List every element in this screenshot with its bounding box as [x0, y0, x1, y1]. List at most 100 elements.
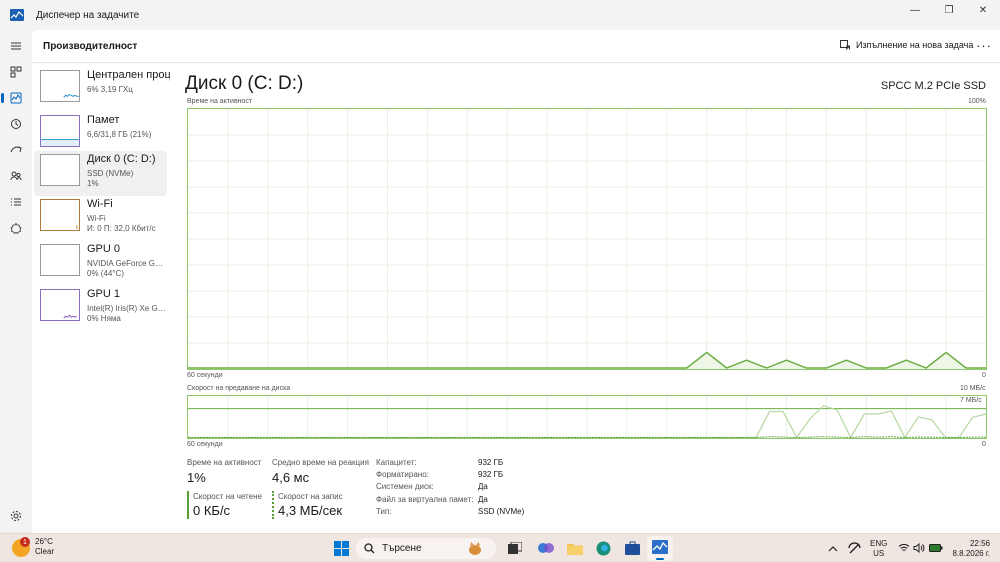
device-detail-2: 0% Няма	[87, 314, 121, 323]
nav-processes[interactable]	[6, 62, 26, 82]
edge-icon	[596, 541, 610, 555]
tray-app-icon	[847, 542, 861, 554]
device-disk-0[interactable]: Диск 0 (C: D:) SSD (NVMe) 1%	[34, 151, 167, 196]
store-button[interactable]	[624, 540, 640, 556]
nav-startup-apps[interactable]	[6, 140, 26, 160]
close-button[interactable]: ✕	[966, 0, 1000, 20]
device-name: GPU 1	[87, 288, 121, 300]
write-speed-bar	[272, 491, 274, 519]
page-file-value: Да	[478, 495, 488, 504]
device-name: Централен процесор	[87, 69, 170, 81]
nav-details[interactable]	[6, 192, 26, 212]
startup-icon	[10, 146, 22, 153]
transfer-rate-graph	[187, 395, 987, 439]
gpu0-thumbnail	[40, 244, 80, 276]
nav-app-history[interactable]	[6, 114, 26, 134]
cpu-thumbnail	[40, 70, 80, 102]
run-task-icon	[840, 40, 850, 50]
nav-performance[interactable]	[1, 88, 26, 108]
formatted-label: Форматирано:	[376, 470, 429, 479]
nav-services[interactable]	[6, 218, 26, 238]
device-detail: 6,6/31,8 ГБ (21%)	[87, 130, 152, 139]
nav-rail	[0, 30, 32, 533]
task-view-button[interactable]	[507, 540, 523, 556]
weather-condition: Clear	[35, 547, 55, 556]
chevron-up-icon	[828, 545, 838, 551]
battery-charging-icon	[929, 544, 943, 552]
device-gpu-0[interactable]: GPU 0 NVIDIA GeForce GTX... 0% (44°C)	[34, 241, 167, 286]
clock-date: 8.8.2026 г.	[952, 549, 990, 558]
speaker-icon	[913, 543, 925, 553]
history-icon	[11, 119, 21, 129]
details-list-icon	[11, 198, 21, 206]
battery-button[interactable]	[928, 540, 944, 556]
system-disk-value: Да	[478, 482, 488, 491]
active-time-value: 1%	[187, 470, 206, 485]
file-explorer-button[interactable]	[567, 540, 583, 556]
show-hidden-icons-button[interactable]	[825, 540, 841, 556]
capacity-label: Капацитет:	[376, 458, 417, 467]
graph2-min: 0	[982, 441, 986, 448]
widgets-app-button[interactable]	[538, 540, 554, 556]
volume-button[interactable]	[911, 540, 927, 556]
task-manager-icon	[10, 9, 24, 21]
wifi-icon	[898, 543, 910, 551]
notification-badge: 1	[20, 537, 30, 547]
search-icon	[364, 543, 375, 554]
device-wifi[interactable]: Wi-Fi Wi-Fi И: 0 П: 32,0 Кбит/с	[34, 196, 167, 241]
language-indicator[interactable]: ENG US	[870, 539, 887, 559]
active-time-label: Време на активност	[187, 458, 262, 467]
device-detail: 6% 3,19 ГХц	[87, 85, 133, 94]
taskbar: 1 26°C Clear Търсене ENG US 22:56 8.8.20…	[0, 533, 1000, 562]
disk-model: SPCC M.2 PCIe SSD	[880, 80, 986, 92]
device-detail: Intel(R) Iris(R) Xe Gra...	[87, 304, 167, 313]
clock[interactable]: 22:56 8.8.2026 г.	[952, 539, 990, 559]
edge-browser-button[interactable]	[595, 540, 611, 556]
task-manager-taskbar-button[interactable]	[647, 536, 673, 561]
more-options-button[interactable]: ···	[976, 38, 992, 53]
tray-app-button[interactable]	[846, 540, 862, 556]
device-cpu[interactable]: Централен процесор 6% 3,19 ГХц	[34, 67, 170, 112]
window-title: Диспечер на задачите	[36, 9, 140, 21]
task-manager-taskbar-icon	[652, 540, 668, 554]
device-name: Wi-Fi	[87, 198, 113, 210]
run-new-task-label: Изпълнение на нова задача	[856, 40, 974, 50]
graph1-label: Време на активност	[187, 98, 253, 105]
processes-icon	[10, 66, 22, 78]
device-detail: SSD (NVMe)	[87, 169, 134, 178]
graph1-max: 100%	[968, 98, 986, 105]
device-name: GPU 0	[87, 243, 121, 255]
active-time-graph	[187, 108, 987, 370]
gear-icon	[11, 511, 21, 521]
formatted-value: 932 ГБ	[478, 470, 504, 479]
minimize-button[interactable]: —	[898, 0, 932, 20]
windows-icon	[333, 540, 349, 556]
sun-icon: 1	[12, 537, 30, 557]
nav-settings[interactable]	[6, 506, 26, 526]
wifi-status-button[interactable]	[896, 540, 912, 556]
start-button[interactable]	[333, 540, 349, 556]
run-new-task-button[interactable]: Изпълнение на нова задача	[840, 40, 973, 50]
folder-icon	[567, 543, 583, 555]
weather-widget[interactable]: 1 26°C Clear	[12, 537, 54, 557]
hamburger-menu-button[interactable]	[6, 36, 26, 56]
read-speed-value: 0 КБ/с	[193, 503, 231, 518]
services-icon	[10, 222, 22, 234]
write-speed-value: 4,3 МБ/сек	[278, 503, 343, 518]
device-gpu-1[interactable]: GPU 1 Intel(R) Iris(R) Xe Gra... 0% Няма	[34, 286, 167, 331]
nav-users[interactable]	[6, 166, 26, 186]
capacity-value: 932 ГБ	[478, 458, 504, 467]
taskbar-search[interactable]: Търсене	[356, 538, 496, 559]
response-time-label: Средно време на реакция	[272, 458, 369, 467]
type-value: SSD (NVMe)	[478, 507, 525, 516]
colorful-app-icon	[538, 543, 554, 553]
page-file-label: Файл за виртуална памет:	[376, 495, 474, 504]
device-detail: Wi-Fi	[87, 214, 106, 223]
page-title: Производителност	[43, 41, 138, 52]
disk-thumbnail	[40, 154, 80, 186]
performance-icon	[10, 92, 22, 104]
search-placeholder: Търсене	[382, 543, 422, 554]
read-speed-bar	[187, 491, 189, 519]
maximize-button[interactable]: ❐	[932, 0, 966, 20]
gpu1-thumbnail	[40, 289, 80, 321]
